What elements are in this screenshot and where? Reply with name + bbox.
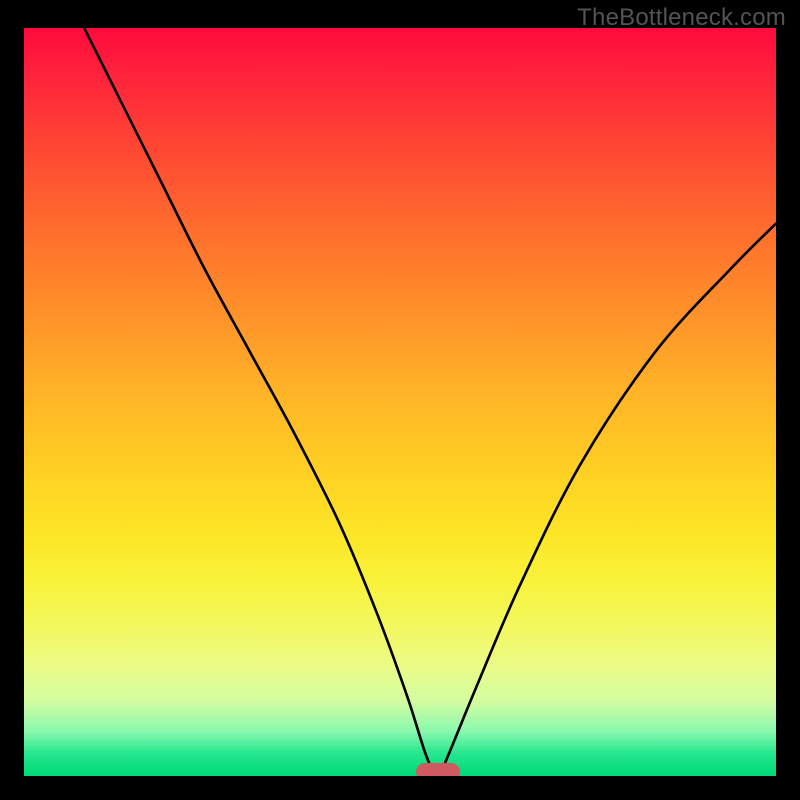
minimum-marker [416,763,460,777]
bottleneck-curve-path [84,28,776,776]
plot-area [24,28,776,776]
watermark-text: TheBottleneck.com [577,4,786,32]
curve-svg [24,28,776,776]
chart-frame: TheBottleneck.com [0,0,800,800]
